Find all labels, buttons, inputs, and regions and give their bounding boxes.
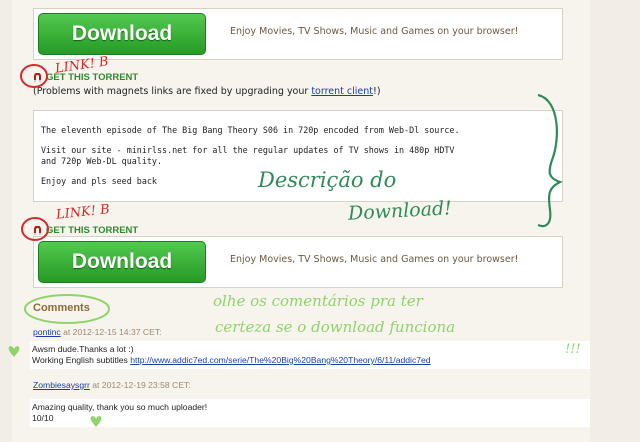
comments-heading: Comments bbox=[33, 302, 90, 314]
description-line-2: Visit our site - minirlss.net for all th… bbox=[41, 145, 455, 166]
download-button-top[interactable]: Download bbox=[38, 13, 206, 55]
get-torrent-link-top[interactable]: GET THIS TORRENT bbox=[33, 72, 138, 83]
comments-note-1: olhe os comentários pra ter bbox=[213, 292, 423, 310]
description-note-1: Descrição do bbox=[258, 168, 397, 192]
ad-banner-bottom: Download Enjoy Movies, TV Shows, Music a… bbox=[33, 236, 563, 288]
comment-user-1[interactable]: pontinc bbox=[33, 327, 61, 337]
magnet-note-prefix: (Problems with magnets links are fixed b… bbox=[33, 86, 312, 97]
comment-1-line-1: Awsm dude.Thanks a lot :) bbox=[32, 344, 134, 354]
magnet-note: (Problems with magnets links are fixed b… bbox=[33, 86, 381, 97]
comment-date-2: at 2012-12-19 23:58 CET: bbox=[92, 380, 191, 390]
comment-date-1: at 2012-12-15 14:37 CET: bbox=[63, 327, 162, 337]
comment-2-line-2: 10/10 bbox=[32, 413, 54, 423]
comment-1-subtitle-prefix: Working English subtitles bbox=[32, 355, 131, 365]
comment-header-2: Zombiesaysgrr at 2012-12-19 23:58 CET: bbox=[33, 380, 191, 390]
comment-body-2: Amazing quality, thank you so much uploa… bbox=[30, 399, 590, 427]
magnet-icon bbox=[33, 225, 42, 235]
ad-tagline-bottom: Enjoy Movies, TV Shows, Music and Games … bbox=[230, 254, 519, 265]
torrent-client-link[interactable]: torrent client bbox=[311, 86, 373, 97]
download-button-bottom[interactable]: Download bbox=[38, 241, 206, 283]
comment-1-line-2: Working English subtitles http://www.add… bbox=[32, 355, 588, 366]
magnet-note-suffix: !) bbox=[373, 86, 381, 97]
comment-user-2[interactable]: Zombiesaysgrr bbox=[33, 380, 90, 390]
ad-tagline-top: Enjoy Movies, TV Shows, Music and Games … bbox=[230, 26, 519, 37]
ad-banner-top: Download Enjoy Movies, TV Shows, Music a… bbox=[33, 8, 563, 60]
get-torrent-label: GET THIS TORRENT bbox=[46, 225, 139, 236]
magnet-icon bbox=[33, 72, 42, 82]
comment-2-line-1: Amazing quality, thank you so much uploa… bbox=[32, 402, 208, 412]
comment-header-1: pontinc at 2012-12-15 14:37 CET: bbox=[33, 327, 162, 337]
description-line-1: The eleventh episode of The Big Bang The… bbox=[41, 125, 460, 135]
subtitle-link[interactable]: http://www.addic7ed.com/serie/The%20Big%… bbox=[130, 355, 430, 365]
comments-note-2: certeza se o download funciona bbox=[215, 318, 456, 336]
get-torrent-link-bottom[interactable]: GET THIS TORRENT bbox=[33, 225, 138, 236]
exclaim-note: !!! bbox=[565, 342, 581, 357]
comment-body-1: Awsm dude.Thanks a lot :) Working Englis… bbox=[30, 341, 590, 369]
